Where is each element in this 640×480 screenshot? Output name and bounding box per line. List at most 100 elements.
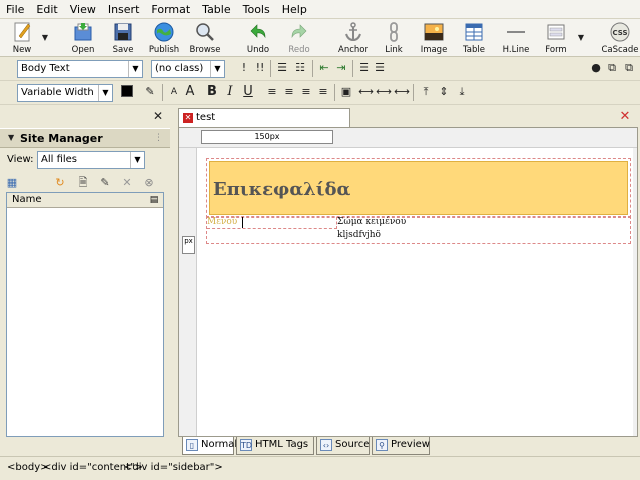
menu-text[interactable]: Μενού: [207, 217, 237, 227]
collapse-triangle-icon[interactable]: ▼: [8, 133, 14, 142]
menu-file[interactable]: File: [0, 0, 30, 19]
link-button[interactable]: Link: [372, 20, 416, 56]
class-select[interactable]: (no class) ▼: [151, 60, 225, 78]
italic-icon[interactable]: I: [222, 84, 238, 100]
new-file-icon[interactable]: 🗎: [75, 175, 91, 191]
open-button[interactable]: Open: [61, 20, 105, 56]
body-line-1[interactable]: Σώμα κειμένου: [337, 217, 406, 227]
menu-bar: File Edit View Insert Format Table Tools…: [0, 0, 640, 19]
valign-middle-icon[interactable]: ⇕: [436, 84, 452, 100]
paste-style-icon[interactable]: ⧉: [621, 60, 637, 76]
background-color-icon[interactable]: ✎: [142, 84, 158, 100]
width-ruler[interactable]: 150px: [201, 130, 333, 144]
save-button[interactable]: Save: [101, 20, 145, 56]
tab-test[interactable]: ✕ test: [178, 108, 350, 127]
menu-format[interactable]: Format: [145, 0, 196, 19]
header-box[interactable]: Επικεφαλίδα: [206, 158, 631, 218]
content-div[interactable]: Σώμα κειμένου kljsdfvjhö: [337, 217, 629, 243]
tab-preview[interactable]: ⚲ Preview: [372, 437, 430, 455]
file-list[interactable]: Name ▤: [6, 192, 164, 437]
new-button[interactable]: New: [0, 20, 44, 56]
underline-icon[interactable]: U: [240, 84, 256, 100]
anchor-button[interactable]: Anchor: [331, 20, 375, 56]
align-left-icon[interactable]: ≡: [264, 84, 280, 100]
vertical-ruler: px: [179, 148, 197, 436]
table-icon: [465, 23, 483, 41]
align-block-icon[interactable]: ☰: [356, 60, 372, 76]
undo-button[interactable]: Undo: [236, 20, 280, 56]
site-manager-panel: ✕ ▼ Site Manager ⋮ View: All files ▼ ▦ ↻…: [0, 106, 170, 438]
open-icon: [74, 23, 92, 41]
delete-icon[interactable]: ✕: [119, 175, 135, 191]
table-button[interactable]: Table: [452, 20, 496, 56]
publish-button[interactable]: Publish: [142, 20, 186, 56]
heading-text[interactable]: Επικεφαλίδα: [213, 179, 350, 200]
format-toolbar: Body Text ▼ (no class) ▼ ! !! ☰ ☷ ⇤ ⇥ ☰ …: [0, 57, 640, 81]
menu-table[interactable]: Table: [196, 0, 236, 19]
align-center-icon[interactable]: ≡: [281, 84, 297, 100]
body-line-2[interactable]: kljsdfvjhö: [337, 230, 381, 240]
image-button[interactable]: Image: [412, 20, 456, 56]
css-icon: CSS: [610, 22, 630, 42]
valign-bottom-icon[interactable]: ⤓: [454, 84, 470, 100]
margin-left-icon[interactable]: ⟷: [358, 84, 374, 100]
css-editor-button[interactable]: CSS CaScade: [600, 20, 640, 56]
text-color-swatch[interactable]: [121, 85, 133, 97]
paragraph-style-select[interactable]: Body Text ▼: [17, 60, 143, 78]
view-select[interactable]: All files ▼: [37, 151, 145, 169]
font-select[interactable]: Variable Width ▼: [17, 84, 113, 102]
tab-source[interactable]: ‹› Source: [316, 437, 370, 455]
editor-canvas[interactable]: 150px px Επικεφαλίδα Μενού Σώμα κειμένου…: [178, 127, 638, 437]
edit-icon[interactable]: ✎: [97, 175, 113, 191]
breadcrumb-sidebar-div[interactable]: <div id="sidebar">: [124, 462, 223, 473]
vertical-scrollbar[interactable]: [633, 148, 637, 436]
browse-button[interactable]: Browse: [183, 20, 227, 56]
form-icon: [547, 24, 565, 40]
bullet-list-icon[interactable]: ☷: [292, 60, 308, 76]
numbered-list-icon[interactable]: ☰: [274, 60, 290, 76]
bold-icon[interactable]: B: [204, 84, 220, 100]
font-toolbar: Variable Width ▼ ✎ A A B I U ≡ ≡ ≡ ≡ ▣ ⟷…: [0, 81, 640, 105]
copy-style-icon[interactable]: ⧉: [604, 60, 620, 76]
margin-right-icon[interactable]: ⟷: [394, 84, 410, 100]
indent-icon[interactable]: ⇥: [333, 60, 349, 76]
margin-both-icon[interactable]: ⟷: [376, 84, 392, 100]
content-row[interactable]: Μενού Σώμα κειμένου kljsdfvjhö: [206, 216, 631, 244]
hline-button[interactable]: H.Line: [494, 20, 538, 56]
align-block-right-icon[interactable]: ☰: [372, 60, 388, 76]
column-name[interactable]: Name: [12, 194, 42, 205]
important-icon[interactable]: !: [236, 60, 252, 76]
edit-tag-icon[interactable]: ▣: [338, 84, 354, 100]
close-icon[interactable]: ✕: [152, 110, 164, 122]
increase-font-size-icon[interactable]: A: [182, 84, 198, 100]
tab-html-tags[interactable]: TD HTML Tags: [236, 437, 314, 455]
grip-icon[interactable]: ⋮: [154, 133, 163, 143]
valign-top-icon[interactable]: ⤒: [418, 84, 434, 100]
refresh-icon[interactable]: ↻: [52, 175, 68, 191]
sidebar-div[interactable]: Μενού: [207, 217, 337, 229]
close-document-icon[interactable]: ✕: [618, 110, 632, 124]
outdent-icon[interactable]: ⇤: [316, 60, 332, 76]
menu-tools[interactable]: Tools: [237, 0, 276, 19]
vertical-marker[interactable]: px: [182, 236, 195, 254]
site-list-icon[interactable]: ▦: [4, 175, 20, 191]
columns-icon[interactable]: ▤: [148, 194, 160, 206]
panel-tabstrip: ✕: [0, 106, 170, 127]
tab-normal[interactable]: ▯ Normal: [182, 437, 237, 455]
view-label: View:: [7, 154, 34, 165]
menu-view[interactable]: View: [64, 0, 102, 19]
highlight-icon[interactable]: ●: [588, 60, 604, 76]
cancel-icon[interactable]: ⊗: [141, 175, 157, 191]
site-manager-header[interactable]: ▼ Site Manager ⋮: [0, 128, 170, 148]
menu-help[interactable]: Help: [276, 0, 313, 19]
align-justify-icon[interactable]: ≡: [315, 84, 331, 100]
redo-button[interactable]: Redo: [277, 20, 321, 56]
decrease-font-size-icon[interactable]: A: [166, 84, 182, 100]
form-button[interactable]: Form: [534, 20, 578, 56]
new-dropdown-arrow[interactable]: ▼: [41, 34, 49, 42]
align-right-icon[interactable]: ≡: [298, 84, 314, 100]
menu-edit[interactable]: Edit: [30, 0, 63, 19]
menu-insert[interactable]: Insert: [102, 0, 146, 19]
form-dropdown-arrow[interactable]: ▼: [577, 34, 585, 42]
double-important-icon[interactable]: !!: [252, 60, 268, 76]
